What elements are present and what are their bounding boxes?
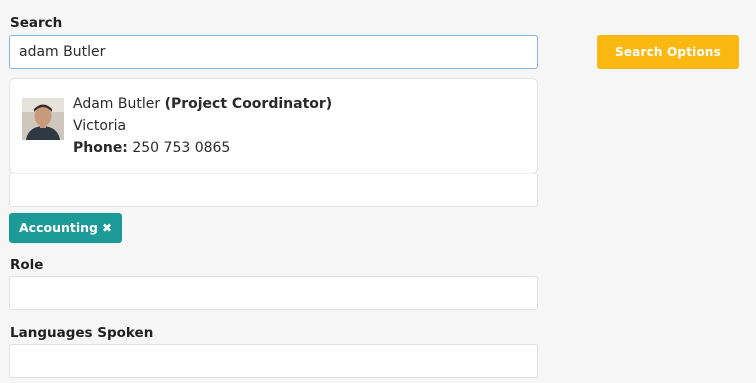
department-input[interactable] (9, 173, 538, 207)
result-name-line: Adam Butler (Project Coordinator) (73, 93, 332, 115)
languages-label: Languages Spoken (10, 325, 154, 341)
search-input[interactable]: adam Butler (9, 35, 538, 69)
accounting-filter-tag[interactable]: Accounting ✖ (9, 213, 123, 243)
role-label: Role (10, 257, 44, 273)
result-name: Adam Butler (73, 96, 161, 112)
phone-label: Phone: (73, 140, 128, 156)
result-details: Adam Butler (Project Coordinator) Victor… (73, 93, 332, 159)
result-location: Victoria (73, 118, 127, 134)
search-result-card[interactable]: Adam Butler (Project Coordinator) Victor… (9, 78, 538, 174)
result-job-title: (Project Coordinator) (164, 96, 333, 112)
avatar (22, 98, 64, 140)
person-photo-icon (22, 98, 64, 140)
result-phone-line: Phone: 250 753 0865 (73, 137, 332, 159)
close-icon[interactable]: ✖ (102, 221, 112, 235)
languages-input[interactable] (9, 344, 538, 378)
search-label: Search (10, 15, 63, 31)
role-input[interactable] (9, 276, 538, 310)
phone-number: 250 753 0865 (132, 140, 231, 156)
search-options-button[interactable]: Search Options (597, 35, 739, 69)
tag-label: Accounting (19, 220, 98, 235)
